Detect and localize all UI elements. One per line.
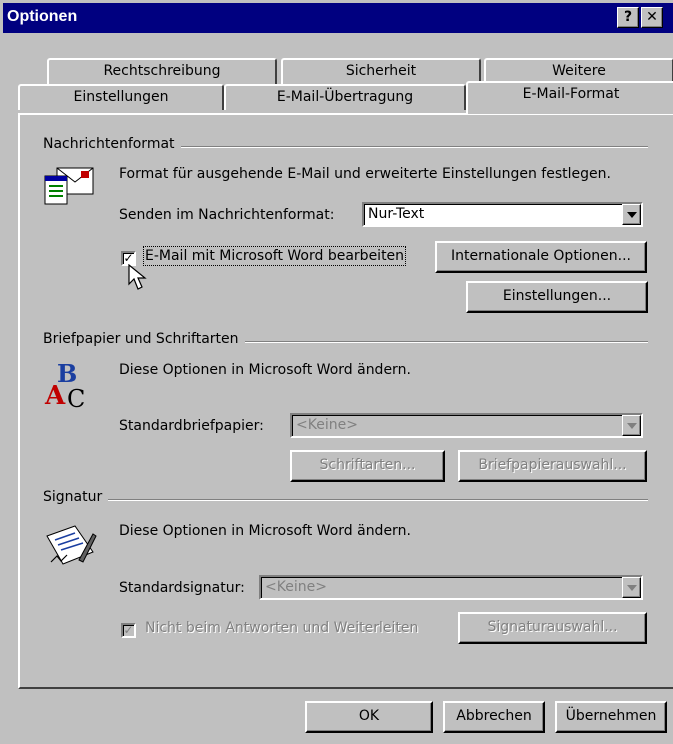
chevron-down-icon[interactable] xyxy=(622,577,641,598)
word-editor-checkbox-label[interactable]: E-Mail mit Microsoft Word bearbeiten xyxy=(142,246,407,266)
signature-icon xyxy=(43,520,97,568)
section-divider xyxy=(44,499,648,501)
chevron-down-icon[interactable] xyxy=(622,204,641,225)
cancel-button[interactable]: Abbrechen xyxy=(443,701,545,733)
section-label-briefpapier: Briefpapier und Schriftarten xyxy=(43,331,245,347)
stationery-label: Standardbriefpapier: xyxy=(119,418,264,434)
tab-panel xyxy=(18,113,673,689)
svg-text:A: A xyxy=(44,381,66,410)
signature-select[interactable]: <Keine> xyxy=(259,575,643,600)
nachrichtenformat-description: Format für ausgehende E-Mail und erweite… xyxy=(119,166,611,182)
international-options-button[interactable]: Internationale Optionen... xyxy=(435,241,647,273)
tab-sicherheit[interactable]: Sicherheit xyxy=(281,58,481,84)
options-dialog: Optionen ? ✕ Rechtschreibung Sicherheit … xyxy=(0,0,673,744)
message-format-select[interactable]: Nur-Text xyxy=(362,202,643,227)
help-button[interactable]: ? xyxy=(617,7,639,28)
format-label: Senden im Nachrichtenformat: xyxy=(119,207,335,223)
tab-rechtschreibung[interactable]: Rechtschreibung xyxy=(47,58,277,84)
briefpapier-description: Diese Optionen in Microsoft Word ändern. xyxy=(119,362,411,378)
ok-button[interactable]: OK xyxy=(305,701,433,733)
svg-text:C: C xyxy=(67,385,85,410)
apply-button[interactable]: Übernehmen xyxy=(555,701,667,733)
fonts-button[interactable]: Schriftarten... xyxy=(290,450,445,482)
window-title: Optionen xyxy=(7,8,78,25)
signature-value: <Keine> xyxy=(265,579,327,595)
title-bar[interactable]: Optionen ? ✕ xyxy=(3,3,673,33)
mouse-cursor-icon xyxy=(128,263,150,292)
chevron-down-icon[interactable] xyxy=(622,415,641,436)
no-reply-signature-label: Nicht beim Antworten und Weiterleiten xyxy=(145,620,419,636)
tab-einstellungen[interactable]: Einstellungen xyxy=(18,84,224,110)
fonts-icon: B A C xyxy=(43,359,97,413)
close-button[interactable]: ✕ xyxy=(641,7,663,28)
signatur-description: Diese Optionen in Microsoft Word ändern. xyxy=(119,523,411,539)
signature-picker-button[interactable]: Signaturauswahl... xyxy=(458,612,647,644)
no-reply-signature-checkbox[interactable]: ✓ xyxy=(121,623,136,638)
section-label-nachrichtenformat: Nachrichtenformat xyxy=(43,136,181,152)
settings-button[interactable]: Einstellungen... xyxy=(466,281,648,313)
message-format-value: Nur-Text xyxy=(368,206,425,222)
section-label-signatur: Signatur xyxy=(43,489,109,505)
stationery-value: <Keine> xyxy=(296,417,358,433)
stationery-picker-button[interactable]: Briefpapierauswahl... xyxy=(458,450,647,482)
mail-format-icon xyxy=(43,164,97,208)
tab-email-format[interactable]: E-Mail-Format xyxy=(466,81,673,114)
tab-email-uebertragung[interactable]: E-Mail-Übertragung xyxy=(224,84,466,110)
signature-label: Standardsignatur: xyxy=(119,580,245,596)
stationery-select[interactable]: <Keine> xyxy=(290,413,643,438)
